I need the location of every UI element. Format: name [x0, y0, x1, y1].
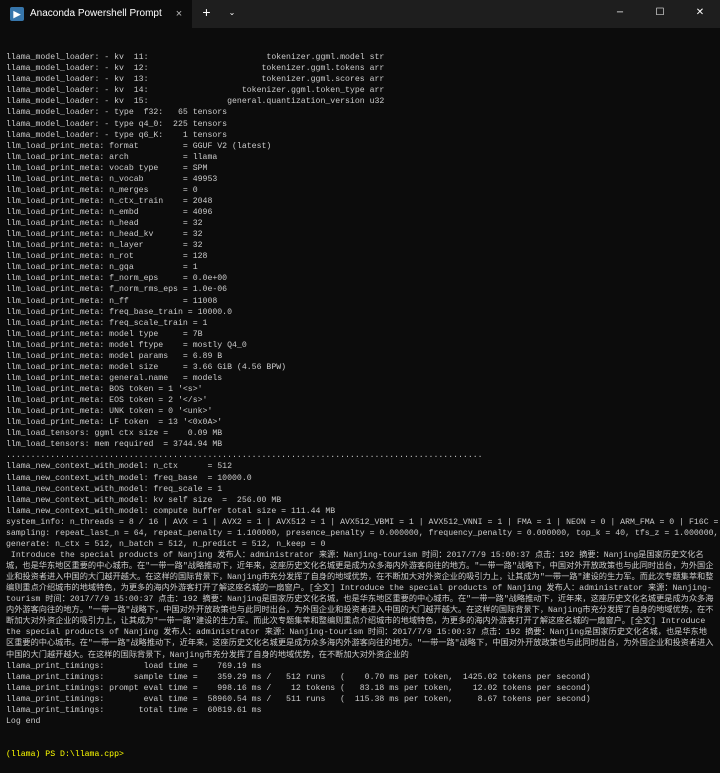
terminal-line: llm_load_print_meta: n_vocab = 49953	[6, 174, 714, 185]
terminal-line: llm_load_print_meta: model type = 7B	[6, 329, 714, 340]
prompt-line[interactable]: (llama) PS D:\llama.cpp>	[6, 749, 714, 760]
terminal-line: sampling: repeat_last_n = 64, repeat_pen…	[6, 528, 714, 539]
terminal-line: llama_model_loader: - kv 12: tokenizer.g…	[6, 63, 714, 74]
terminal-line: llama_model_loader: - type f32: 65 tenso…	[6, 107, 714, 118]
terminal-line: llama_print_timings: eval time = 58960.5…	[6, 694, 714, 705]
terminal-line: llm_load_print_meta: model ftype = mostl…	[6, 340, 714, 351]
chevron-down-icon[interactable]: ⌄	[221, 9, 244, 20]
terminal-line: llm_load_print_meta: n_rot = 128	[6, 251, 714, 262]
terminal-line: llm_load_tensors: ggml ctx size = 0.09 M…	[6, 428, 714, 439]
terminal-line: Log end	[6, 716, 714, 727]
terminal-line: llm_load_print_meta: BOS token = 1 '<s>'	[6, 384, 714, 395]
terminal-line: llm_load_print_meta: n_head = 32	[6, 218, 714, 229]
terminal-line: llama_new_context_with_model: freq_base …	[6, 473, 714, 484]
terminal-line: system_info: n_threads = 8 / 16 | AVX = …	[6, 517, 714, 528]
window-controls: ─ ☐ ✕	[600, 0, 720, 28]
minimize-button[interactable]: ─	[600, 0, 640, 28]
terminal-line: llm_load_print_meta: UNK token = 0 '<unk…	[6, 406, 714, 417]
terminal-line: Introduce the special products of Nanjin…	[6, 550, 714, 661]
terminal-line: llm_load_print_meta: n_ctx_train = 2048	[6, 196, 714, 207]
tab-anaconda[interactable]: ▶ Anaconda Powershell Prompt ×	[0, 0, 192, 28]
terminal-line: llm_load_print_meta: format = GGUF V2 (l…	[6, 141, 714, 152]
terminal-line: llm_load_print_meta: freq_scale_train = …	[6, 318, 714, 329]
anaconda-icon: ▶	[10, 7, 24, 21]
terminal-line: llama_model_loader: - kv 14: tokenizer.g…	[6, 85, 714, 96]
terminal-line: llm_load_print_meta: f_norm_rms_eps = 1.…	[6, 284, 714, 295]
close-icon[interactable]: ×	[176, 7, 182, 22]
terminal-line: llm_load_print_meta: model size = 3.66 G…	[6, 362, 714, 373]
terminal-line: llama_model_loader: - kv 15: general.qua…	[6, 96, 714, 107]
terminal-line: llm_load_print_meta: EOS token = 2 '</s>…	[6, 395, 714, 406]
tab-label: Anaconda Powershell Prompt	[30, 7, 162, 21]
terminal-line: llm_load_print_meta: n_ff = 11008	[6, 296, 714, 307]
terminal-line: llama_model_loader: - type q6_K: 1 tenso…	[6, 130, 714, 141]
terminal-line: llm_load_print_meta: n_merges = 0	[6, 185, 714, 196]
maximize-button[interactable]: ☐	[640, 0, 680, 28]
terminal-line: llama_print_timings: load time = 769.19 …	[6, 661, 714, 672]
close-button[interactable]: ✕	[680, 0, 720, 28]
terminal-line: llama_new_context_with_model: freq_scale…	[6, 484, 714, 495]
terminal-line: llm_load_print_meta: arch = llama	[6, 152, 714, 163]
add-tab-button[interactable]: +	[192, 5, 220, 24]
terminal-line: llama_model_loader: - kv 11: tokenizer.g…	[6, 52, 714, 63]
terminal-line: llama_new_context_with_model: n_ctx = 51…	[6, 461, 714, 472]
terminal-line: llm_load_print_meta: model params = 6.89…	[6, 351, 714, 362]
terminal-line: llm_load_print_meta: n_gqa = 1	[6, 262, 714, 273]
terminal-line: llm_load_print_meta: vocab type = SPM	[6, 163, 714, 174]
terminal-line: ........................................…	[6, 450, 714, 461]
terminal-line: llm_load_print_meta: LF token = 13 '<0x0…	[6, 417, 714, 428]
terminal-line: llama_new_context_with_model: compute bu…	[6, 506, 714, 517]
titlebar-left: ▶ Anaconda Powershell Prompt × + ⌄	[0, 0, 243, 28]
terminal-line: llama_print_timings: total time = 60819.…	[6, 705, 714, 716]
terminal-line: llm_load_print_meta: n_embd = 4096	[6, 207, 714, 218]
terminal-line: llm_load_print_meta: n_head_kv = 32	[6, 229, 714, 240]
terminal-line: llama_new_context_with_model: kv self si…	[6, 495, 714, 506]
terminal-line: llama_print_timings: prompt eval time = …	[6, 683, 714, 694]
terminal-line: llm_load_print_meta: f_norm_eps = 0.0e+0…	[6, 273, 714, 284]
terminal-output[interactable]: llama_model_loader: - kv 11: tokenizer.g…	[0, 28, 720, 773]
terminal-line: llama_print_timings: sample time = 359.2…	[6, 672, 714, 683]
terminal-line: llm_load_print_meta: n_layer = 32	[6, 240, 714, 251]
window-titlebar: ▶ Anaconda Powershell Prompt × + ⌄ ─ ☐ ✕	[0, 0, 720, 28]
terminal-line: llm_load_tensors: mem required = 3744.94…	[6, 439, 714, 450]
terminal-line: llm_load_print_meta: general.name = mode…	[6, 373, 714, 384]
terminal-line: generate: n_ctx = 512, n_batch = 512, n_…	[6, 539, 714, 550]
terminal-line: llama_model_loader: - kv 13: tokenizer.g…	[6, 74, 714, 85]
terminal-line: llm_load_print_meta: freq_base_train = 1…	[6, 307, 714, 318]
terminal-line: llama_model_loader: - type q4_0: 225 ten…	[6, 119, 714, 130]
